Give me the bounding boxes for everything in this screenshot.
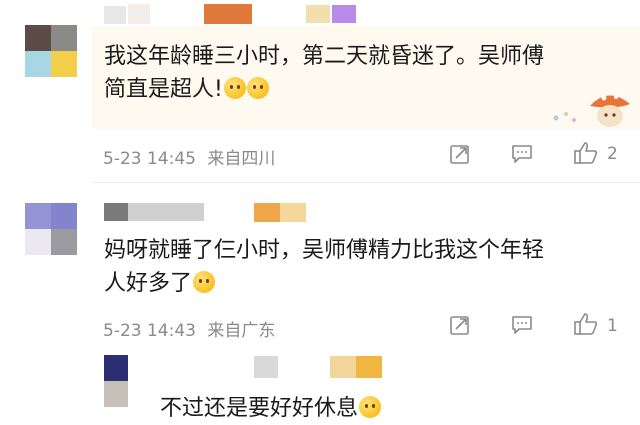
comment-timestamp: 5-23 14:45 [103, 149, 196, 169]
divider [92, 182, 640, 183]
comment-text: 妈呀就睡了仨小时，吴师傅精力比我这个年轻 人好多了 [104, 234, 604, 300]
comment-location: 来自四川 [207, 149, 276, 169]
grin-emoji-icon [359, 396, 382, 418]
blushing-emoji-icon [193, 271, 216, 293]
avatar[interactable] [25, 203, 77, 255]
share-icon[interactable] [449, 314, 471, 336]
username-blur [306, 5, 330, 23]
like-icon[interactable] [573, 141, 599, 165]
username-blur [254, 356, 278, 378]
username-blur [356, 356, 382, 378]
comment-text-segment: 简直是超人! [104, 77, 223, 102]
like-count: 2 [607, 144, 618, 164]
blushing-emoji-icon [246, 77, 269, 99]
comment-location: 来自广东 [207, 321, 276, 341]
comment-icon[interactable] [511, 143, 533, 165]
username-blur [104, 6, 126, 24]
username-blur [332, 5, 356, 23]
username-blur [104, 203, 128, 221]
comment-meta: 5-23 14:43 来自广东 [103, 316, 275, 341]
avatar[interactable] [25, 25, 77, 77]
comment-text-line: 人好多了 [104, 267, 604, 300]
comment-text-segment: 人好多了 [104, 271, 193, 296]
comment-text: 我这年龄睡三小时，第二天就昏迷了。吴师傅 简直是超人! [104, 40, 604, 106]
comment-text: 不过还是要好好休息 [160, 392, 560, 425]
username-blur [128, 4, 150, 24]
comment-text-line: 简直是超人! [104, 73, 604, 106]
like-icon[interactable] [573, 312, 599, 336]
username-blur [204, 4, 252, 24]
comment-timestamp: 5-23 14:43 [103, 321, 196, 341]
avatar[interactable] [104, 355, 128, 407]
username-blur [128, 203, 204, 221]
blushing-emoji-icon [223, 77, 246, 99]
mushroom-sticker-icon [553, 95, 630, 127]
comment-text-line: 妈呀就睡了仨小时，吴师傅精力比我这个年轻 [104, 238, 545, 263]
comment-meta: 5-23 14:45 来自四川 [103, 144, 275, 169]
comment-text-line: 我这年龄睡三小时，第二天就昏迷了。吴师傅 [104, 44, 545, 69]
like-count: 1 [607, 316, 618, 336]
username-blur [330, 356, 356, 378]
share-icon[interactable] [449, 143, 471, 165]
comment-text-segment: 不过还是要好好休息 [160, 396, 359, 421]
comment-icon[interactable] [511, 314, 533, 336]
